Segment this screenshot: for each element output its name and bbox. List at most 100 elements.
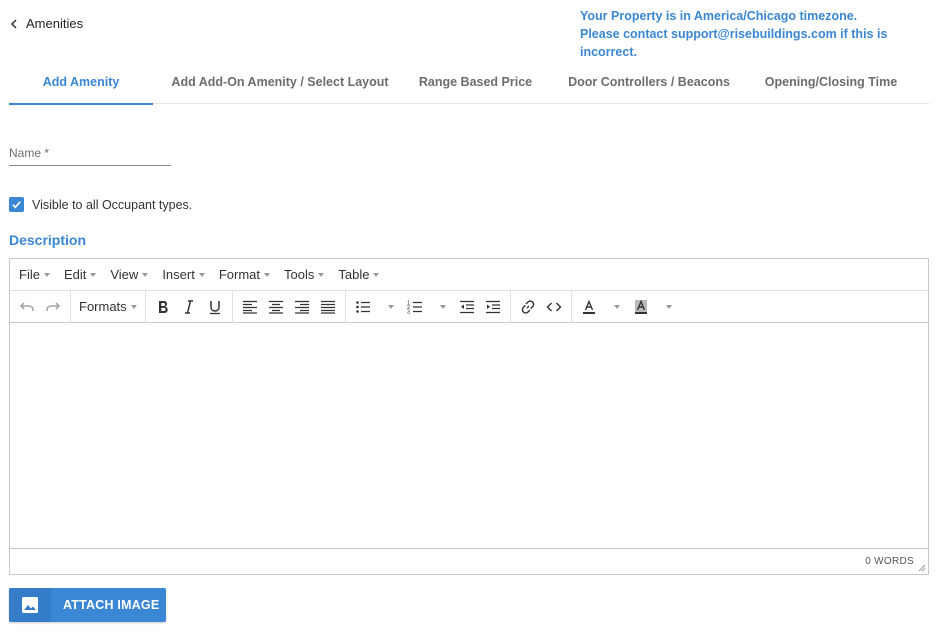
undo-icon: [19, 301, 34, 311]
text-color-button[interactable]: [576, 294, 602, 320]
formats-group: Formats: [71, 290, 146, 323]
menu-edit[interactable]: Edit: [63, 267, 97, 282]
align-right-icon: [294, 300, 309, 314]
align-left-button[interactable]: [237, 294, 263, 320]
numbered-list-dropdown[interactable]: [428, 294, 454, 320]
name-input[interactable]: [9, 140, 171, 165]
rich-text-editor: File Edit View Insert Format Tools Table…: [9, 258, 929, 575]
back-link-label: Amenities: [26, 16, 84, 31]
underline-button[interactable]: [202, 294, 228, 320]
alignment-group: [233, 290, 346, 323]
outdent-icon: [459, 300, 474, 313]
outdent-button[interactable]: [454, 294, 480, 320]
underline-icon: [209, 300, 220, 314]
italic-button[interactable]: [176, 294, 202, 320]
visible-checkbox[interactable]: [9, 197, 24, 212]
menu-view[interactable]: View: [110, 267, 149, 282]
list-group: 123: [346, 290, 511, 323]
menu-format-label: Format: [218, 267, 260, 282]
menu-view-label: View: [110, 267, 139, 282]
tab-door-controllers[interactable]: Door Controllers / Beacons: [544, 60, 754, 104]
menu-tools-label: Tools: [284, 267, 315, 282]
menu-file[interactable]: File: [19, 267, 50, 282]
source-code-button[interactable]: [541, 294, 567, 320]
editor-menubar: File Edit View Insert Format Tools Table: [10, 259, 928, 291]
word-count: 0 WORDS: [865, 556, 914, 567]
caret-down-icon: [43, 272, 50, 277]
caret-down-icon: [439, 304, 446, 309]
visible-checkbox-row[interactable]: Visible to all Occupant types.: [9, 197, 192, 212]
caret-down-icon: [613, 304, 620, 309]
timezone-notice: Your Property is in America/Chicago time…: [580, 7, 937, 61]
tab-range-based-price[interactable]: Range Based Price: [407, 60, 544, 104]
align-justify-icon: [320, 300, 335, 314]
formats-dropdown[interactable]: Formats: [75, 294, 141, 320]
chevron-left-icon: [10, 18, 17, 29]
attach-image-icon-wrap: [9, 588, 51, 622]
align-center-icon: [268, 300, 283, 314]
caret-down-icon: [90, 272, 97, 277]
menu-insert[interactable]: Insert: [162, 267, 205, 282]
align-justify-button[interactable]: [315, 294, 341, 320]
timezone-line-1: Your Property is in America/Chicago time…: [580, 9, 858, 23]
link-button[interactable]: [515, 294, 541, 320]
editor-content-area[interactable]: [10, 324, 928, 548]
editor-toolbar: Formats 1 2 3: [10, 290, 928, 323]
indent-button[interactable]: [480, 294, 506, 320]
menu-edit-label: Edit: [63, 267, 87, 282]
text-style-group: [146, 290, 233, 323]
align-left-icon: [242, 300, 257, 314]
bullet-list-icon: [355, 300, 370, 313]
tab-opening-closing-time[interactable]: Opening/Closing Time: [754, 60, 908, 104]
description-title: Description: [9, 232, 87, 248]
menu-file-label: File: [19, 267, 40, 282]
resize-handle-icon[interactable]: [917, 563, 926, 572]
menu-insert-label: Insert: [162, 267, 195, 282]
caret-down-icon: [264, 272, 270, 277]
checkmark-icon: [12, 201, 21, 209]
attach-image-button[interactable]: ATTACH IMAGE: [9, 588, 166, 622]
caret-down-icon: [198, 272, 205, 277]
insert-group: [511, 290, 572, 323]
redo-button[interactable]: [40, 294, 66, 320]
attach-image-label: ATTACH IMAGE: [63, 598, 160, 612]
bold-button[interactable]: [150, 294, 176, 320]
numbered-list-button[interactable]: 123: [402, 294, 428, 320]
name-field[interactable]: Name *: [9, 140, 171, 166]
formats-label: Formats: [79, 299, 127, 314]
caret-down-icon: [373, 272, 380, 277]
tab-add-amenity[interactable]: Add Amenity: [9, 60, 153, 105]
bullet-list-dropdown[interactable]: [376, 294, 402, 320]
caret-down-icon: [387, 304, 394, 309]
indent-icon: [485, 300, 500, 313]
numbered-list-icon: 123: [407, 300, 422, 315]
redo-icon: [46, 301, 61, 311]
background-color-dropdown[interactable]: [654, 294, 680, 320]
background-color-button[interactable]: [628, 294, 654, 320]
text-color-icon: [582, 299, 595, 314]
background-color-icon: [634, 299, 647, 314]
image-icon: [22, 597, 38, 613]
bullet-list-button[interactable]: [350, 294, 376, 320]
svg-text:3: 3: [407, 309, 410, 315]
align-right-button[interactable]: [289, 294, 315, 320]
link-icon: [521, 299, 534, 314]
tab-add-on-amenity[interactable]: Add Add-On Amenity / Select Layout: [153, 60, 407, 104]
caret-down-icon: [130, 304, 137, 309]
history-group: [10, 290, 71, 323]
code-icon: [546, 302, 562, 311]
visible-checkbox-label: Visible to all Occupant types.: [32, 197, 193, 212]
menu-table[interactable]: Table: [338, 267, 380, 282]
text-color-dropdown[interactable]: [602, 294, 628, 320]
menu-format[interactable]: Format: [219, 267, 270, 282]
menu-tools[interactable]: Tools: [284, 267, 325, 282]
align-center-button[interactable]: [263, 294, 289, 320]
editor-statusbar: 0 WORDS: [10, 548, 928, 574]
back-link[interactable]: Amenities: [10, 16, 83, 31]
bold-icon: [158, 300, 168, 313]
tab-bar: Add Amenity Add Add-On Amenity / Select …: [9, 60, 929, 105]
italic-icon: [184, 299, 193, 314]
timezone-line-2: Please contact support@risebuildings.com…: [580, 27, 888, 59]
undo-button[interactable]: [14, 294, 40, 320]
caret-down-icon: [665, 304, 672, 309]
